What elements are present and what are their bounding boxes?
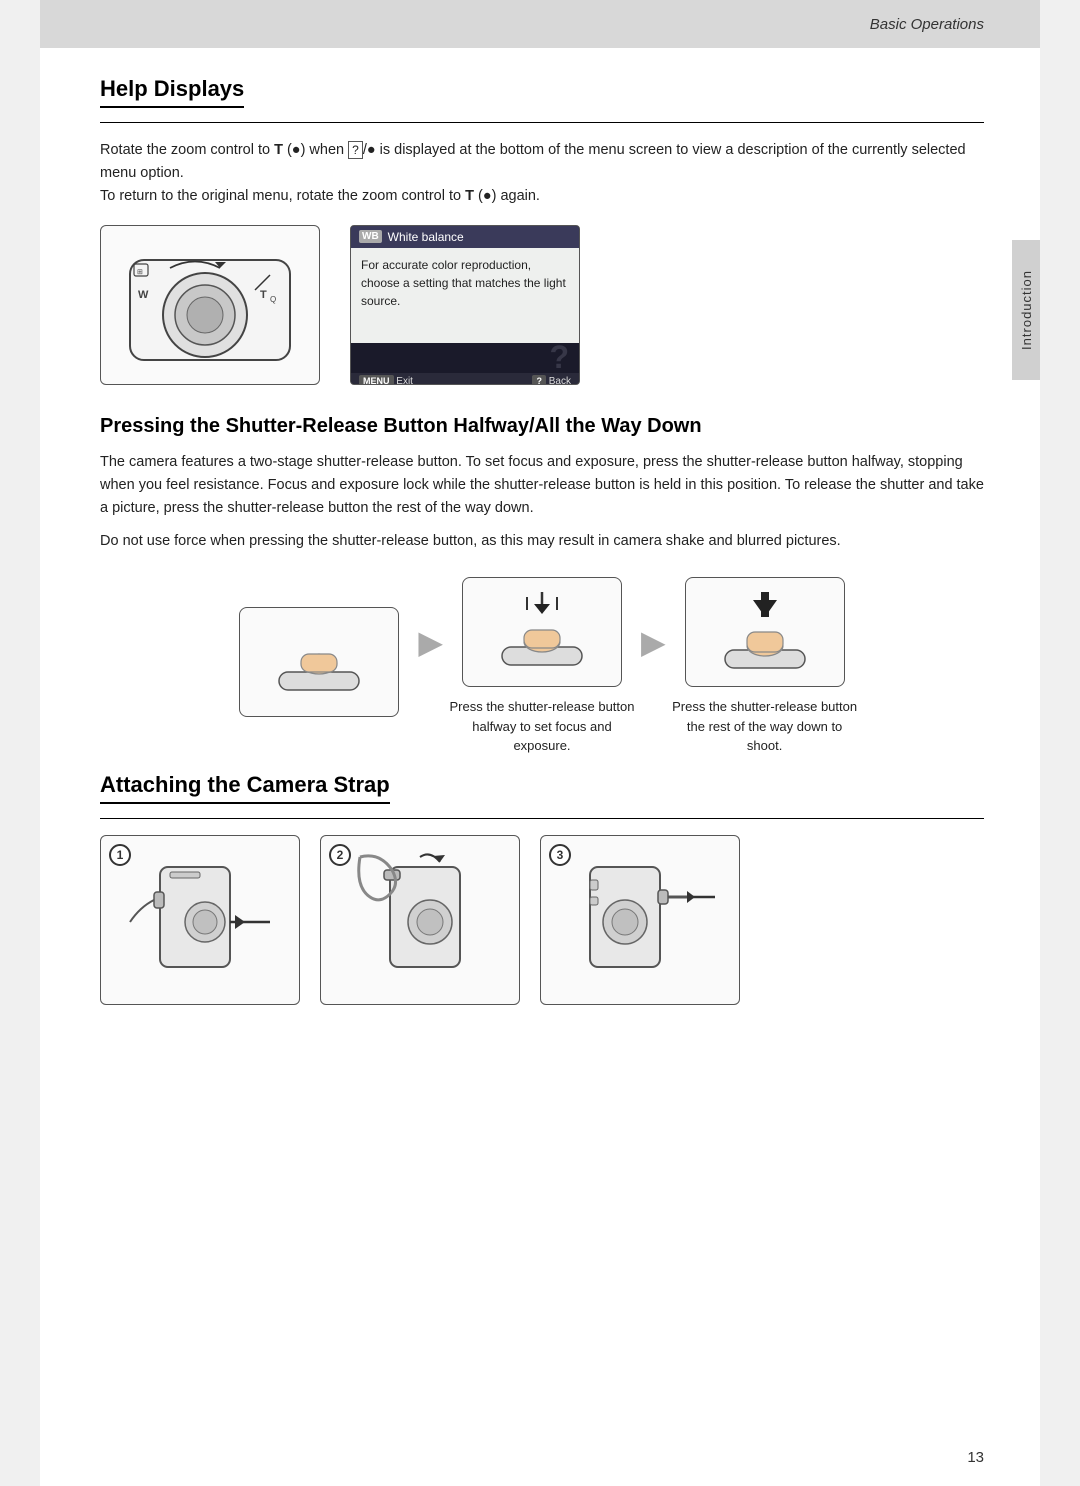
menu-footer: MENU Exit ? Back bbox=[351, 373, 579, 385]
shutter-step-1 bbox=[224, 607, 414, 727]
shutter-arrow-2: ▶ bbox=[641, 623, 666, 661]
strap-step3-svg bbox=[550, 842, 730, 997]
strap-step-badge-2: 2 bbox=[329, 844, 351, 866]
menu-title: White balance bbox=[388, 230, 464, 244]
svg-text:Q: Q bbox=[270, 295, 276, 304]
shutter-step2-svg bbox=[472, 582, 612, 682]
shutter-step1-svg bbox=[249, 612, 389, 712]
menu-body: For accurate color reproduction, choose … bbox=[351, 248, 579, 343]
question-key: ? bbox=[532, 375, 546, 385]
back-label: Back bbox=[549, 376, 571, 385]
strap-step-1: 1 bbox=[100, 835, 300, 1005]
shutter-caption-2: Press the shutter-release button halfway… bbox=[447, 697, 637, 756]
strap-img-3: 3 bbox=[540, 835, 740, 1005]
strap-step-3: 3 bbox=[540, 835, 740, 1005]
strap-step-2: 2 bbox=[320, 835, 520, 1005]
shutter-img-1 bbox=[239, 607, 399, 717]
help-displays-section: Help Displays Rotate the zoom control to… bbox=[100, 76, 984, 385]
menu-key-label: MENU bbox=[359, 375, 394, 385]
menu-screen-illustration: WB White balance For accurate color repr… bbox=[350, 225, 580, 385]
camera-zoom-svg: W T Q ⊞ bbox=[110, 230, 310, 380]
strap-section-title: Attaching the Camera Strap bbox=[100, 772, 390, 804]
strap-section: Attaching the Camera Strap 1 bbox=[100, 772, 984, 1005]
shutter-section-title: Pressing the Shutter-Release Button Half… bbox=[100, 413, 984, 439]
strap-step1-svg bbox=[110, 842, 290, 997]
header-section-label: Basic Operations bbox=[870, 16, 984, 33]
shutter-illustration: ▶ bbox=[100, 577, 984, 756]
strap-step2-svg bbox=[330, 842, 510, 997]
strap-illustration: 1 bbox=[100, 835, 984, 1005]
shutter-step-2: Press the shutter-release button halfway… bbox=[447, 577, 637, 756]
wb-icon: WB bbox=[359, 230, 382, 243]
help-displays-title: Help Displays bbox=[100, 76, 244, 108]
shutter-img-3 bbox=[685, 577, 845, 687]
shutter-caption-3: Press the shutter-release button the res… bbox=[670, 697, 860, 756]
strap-img-1: 1 bbox=[100, 835, 300, 1005]
shutter-step-3: Press the shutter-release button the res… bbox=[670, 577, 860, 756]
svg-text:W: W bbox=[138, 289, 149, 301]
strap-step-badge-1: 1 bbox=[109, 844, 131, 866]
page: Basic Operations Introduction Help Displ… bbox=[40, 0, 1040, 1486]
shutter-arrow-1: ▶ bbox=[418, 623, 443, 661]
help-illustration: W T Q ⊞ bbox=[100, 225, 984, 385]
page-number: 13 bbox=[967, 1449, 984, 1466]
svg-text:⊞: ⊞ bbox=[137, 269, 143, 276]
shutter-section: Pressing the Shutter-Release Button Half… bbox=[100, 413, 984, 756]
strap-img-2: 2 bbox=[320, 835, 520, 1005]
menu-description: For accurate color reproduction, choose … bbox=[361, 258, 566, 308]
question-mark: ? bbox=[549, 339, 569, 376]
header-bar: Basic Operations bbox=[40, 0, 1040, 48]
shutter-step3-svg bbox=[695, 582, 835, 682]
exit-label: Exit bbox=[396, 376, 413, 385]
side-tab-label: Introduction bbox=[1019, 270, 1034, 350]
help-displays-body: Rotate the zoom control to T (●) when ?/… bbox=[100, 139, 984, 209]
menu-question-area: ? bbox=[351, 343, 579, 373]
side-tab: Introduction bbox=[1012, 240, 1040, 380]
strap-step-badge-3: 3 bbox=[549, 844, 571, 866]
shutter-img-2 bbox=[462, 577, 622, 687]
main-content: Help Displays Rotate the zoom control to… bbox=[40, 48, 1040, 1035]
camera-zoom-illustration: W T Q ⊞ bbox=[100, 225, 320, 385]
shutter-body: The camera features a two-stage shutter-… bbox=[100, 451, 984, 554]
svg-text:T: T bbox=[260, 289, 267, 301]
menu-header: WB White balance bbox=[351, 226, 579, 248]
